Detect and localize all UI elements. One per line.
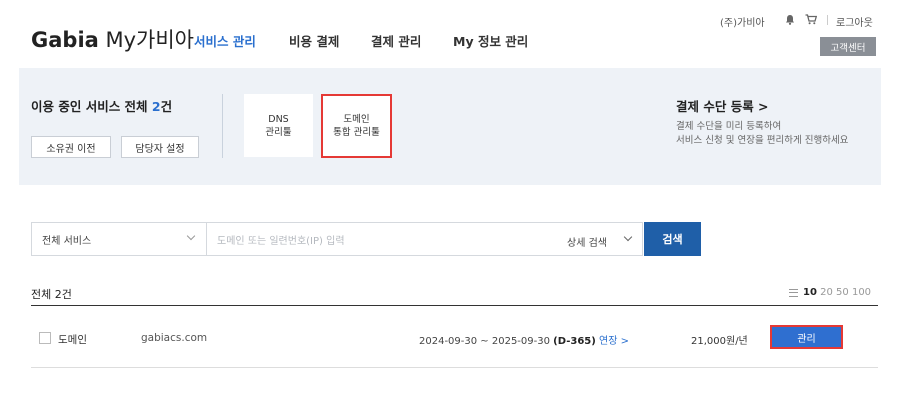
domain-tool-label: 통합 관리툴 — [333, 127, 380, 138]
page-size-options: 10 20 50 100 — [803, 287, 871, 298]
d-day-badge: (D-365) — [553, 336, 596, 347]
service-type: 도메인 — [58, 334, 87, 346]
logo-sub: My가비아 — [105, 28, 195, 52]
page-size-100[interactable]: 100 — [852, 287, 871, 298]
manage-button[interactable]: 관리 — [770, 325, 843, 349]
divider — [31, 305, 878, 306]
detail-search-toggle[interactable]: 상세 검색 — [567, 234, 607, 249]
bell-icon[interactable] — [785, 14, 795, 25]
payment-desc-2: 서비스 신청 및 연장을 편리하게 진행하세요 — [676, 135, 849, 146]
ownership-transfer-button[interactable]: 소유권 이전 — [31, 136, 111, 158]
logo-brand: Gabia — [31, 28, 99, 52]
domain-name: gabiacs.com — [141, 332, 208, 344]
title-prefix: 이용 중인 서비스 전체 — [31, 99, 152, 114]
total-count: 전체 2건 — [31, 288, 72, 301]
nav-payment-manage[interactable]: 결제 관리 — [371, 31, 421, 50]
search-button[interactable]: 검색 — [644, 222, 701, 256]
dns-tool-card[interactable]: DNS 관리툴 — [244, 94, 313, 157]
payment-desc-1: 결제 수단을 미리 등록하여 — [676, 121, 782, 132]
dns-label: DNS — [268, 113, 289, 125]
logo[interactable]: Gabia My가비아 — [31, 24, 194, 54]
dns-tool-label: 관리툴 — [265, 126, 292, 138]
domain-label: 도메인 — [343, 114, 370, 125]
payment-method-link[interactable]: 결제 수단 등록 > — [676, 96, 769, 115]
list-size-icon — [789, 289, 798, 297]
page-size-20[interactable]: 20 — [820, 287, 833, 298]
domain-tool-card[interactable]: 도메인 통합 관리툴 — [321, 94, 392, 158]
service-count: 2 — [151, 99, 161, 114]
divider — [31, 367, 878, 368]
nav-my-info[interactable]: My 정보 관리 — [453, 31, 528, 50]
logout-link[interactable]: 로그아웃 — [836, 14, 873, 29]
extend-link[interactable]: 연장 > — [599, 336, 629, 347]
cart-icon[interactable] — [805, 14, 817, 25]
divider — [222, 94, 223, 158]
manager-setting-button[interactable]: 담당자 설정 — [121, 136, 199, 158]
service-count-title: 이용 중인 서비스 전체 2건 — [31, 96, 172, 115]
nav-service-manage[interactable]: 서비스 관리 — [194, 31, 256, 50]
row-checkbox[interactable] — [39, 332, 51, 344]
page-size-50[interactable]: 50 — [836, 287, 849, 298]
title-suffix: 건 — [160, 99, 173, 114]
period-range: 2024-09-30 ~ 2025-09-30 — [419, 336, 550, 347]
customer-center-button[interactable]: 고객센터 — [820, 37, 876, 56]
company-name: (주)가비아 — [720, 18, 765, 29]
nav-payment[interactable]: 비용 결제 — [289, 31, 339, 50]
service-period: 2024-09-30 ~ 2025-09-30 (D-365) 연장 > — [419, 332, 629, 347]
service-type-select[interactable]: 전체 서비스 — [31, 222, 206, 256]
page-size-10[interactable]: 10 — [803, 287, 817, 298]
price: 21,000원/년 — [691, 336, 748, 347]
divider — [827, 15, 828, 25]
